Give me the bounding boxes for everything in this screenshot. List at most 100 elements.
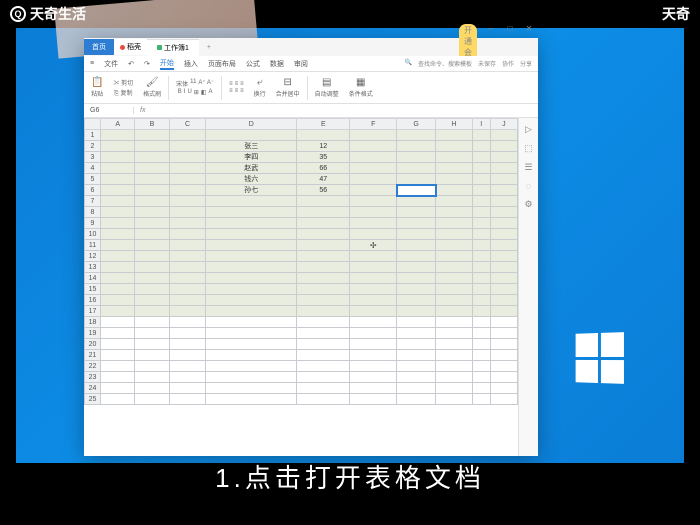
row-header-16[interactable]: 16 xyxy=(85,295,101,306)
fx-icon[interactable]: fx xyxy=(134,107,151,114)
cell-I16[interactable] xyxy=(472,295,490,306)
cell-A21[interactable] xyxy=(101,350,135,361)
cell-C16[interactable] xyxy=(169,295,206,306)
cell-D7[interactable] xyxy=(206,196,297,207)
cell-J17[interactable] xyxy=(490,306,517,317)
cell-B5[interactable] xyxy=(135,174,169,185)
cell-C23[interactable] xyxy=(169,372,206,383)
cell-C9[interactable] xyxy=(169,218,206,229)
cell-E24[interactable] xyxy=(297,383,350,394)
tab-templates[interactable]: 稻壳 xyxy=(114,39,147,55)
cell-F19[interactable] xyxy=(350,328,397,339)
cell-I21[interactable] xyxy=(472,350,490,361)
cell-G17[interactable] xyxy=(397,306,436,317)
cell-F1[interactable] xyxy=(350,130,397,141)
row-header-13[interactable]: 13 xyxy=(85,262,101,273)
cell-G24[interactable] xyxy=(397,383,436,394)
row-header-20[interactable]: 20 xyxy=(85,339,101,350)
cell-H24[interactable] xyxy=(436,383,473,394)
search-icon[interactable]: 🔍 xyxy=(404,59,411,68)
side-props-icon[interactable]: ☰ xyxy=(524,162,532,173)
cell-C19[interactable] xyxy=(169,328,206,339)
cell-C17[interactable] xyxy=(169,306,206,317)
cell-G4[interactable] xyxy=(397,163,436,174)
cell-G2[interactable] xyxy=(397,141,436,152)
color-button[interactable]: A xyxy=(208,89,212,96)
cell-I17[interactable] xyxy=(472,306,490,317)
cell-J25[interactable] xyxy=(490,394,517,405)
cell-E10[interactable] xyxy=(297,229,350,240)
cell-F11[interactable]: ✢ xyxy=(350,240,397,251)
cell-H8[interactable] xyxy=(436,207,473,218)
menu-layout[interactable]: 页面布局 xyxy=(208,59,236,69)
cell-J4[interactable] xyxy=(490,163,517,174)
cell-E2[interactable]: 12 xyxy=(297,141,350,152)
cell-G16[interactable] xyxy=(397,295,436,306)
sheet-grid[interactable]: ABCDEFGHIJ12张三123李四354赵武665钱六476孙七567891… xyxy=(84,118,518,456)
cell-C6[interactable] xyxy=(169,185,206,196)
row-header-4[interactable]: 4 xyxy=(85,163,101,174)
cell-A14[interactable] xyxy=(101,273,135,284)
cell-B16[interactable] xyxy=(135,295,169,306)
cell-I23[interactable] xyxy=(472,372,490,383)
size-select[interactable]: 11 xyxy=(190,79,196,88)
cell-A17[interactable] xyxy=(101,306,135,317)
cell-G13[interactable] xyxy=(397,262,436,273)
cell-E13[interactable] xyxy=(297,262,350,273)
cell-B9[interactable] xyxy=(135,218,169,229)
cell-B8[interactable] xyxy=(135,207,169,218)
cell-I5[interactable] xyxy=(472,174,490,185)
col-header-H[interactable]: H xyxy=(436,119,473,130)
row-header-12[interactable]: 12 xyxy=(85,251,101,262)
align-top-icon[interactable]: ≡ xyxy=(229,81,233,87)
cell-G12[interactable] xyxy=(397,251,436,262)
cell-F2[interactable] xyxy=(350,141,397,152)
menu-redo-icon[interactable]: ↷ xyxy=(144,60,150,68)
corner-cell[interactable] xyxy=(85,119,101,130)
cell-D5[interactable]: 钱六 xyxy=(206,174,297,185)
cell-F24[interactable] xyxy=(350,383,397,394)
tab-workbook[interactable]: 工作簿1 xyxy=(147,39,199,56)
cell-D8[interactable] xyxy=(206,207,297,218)
cell-B19[interactable] xyxy=(135,328,169,339)
cell-F8[interactable] xyxy=(350,207,397,218)
italic-button[interactable]: I xyxy=(184,89,186,96)
cell-G7[interactable] xyxy=(397,196,436,207)
cell-F10[interactable] xyxy=(350,229,397,240)
side-select-icon[interactable]: ▷ xyxy=(525,124,532,135)
underline-button[interactable]: U xyxy=(187,89,191,96)
cell-H19[interactable] xyxy=(436,328,473,339)
cell-F22[interactable] xyxy=(350,361,397,372)
cell-J2[interactable] xyxy=(490,141,517,152)
cell-C7[interactable] xyxy=(169,196,206,207)
cell-J13[interactable] xyxy=(490,262,517,273)
menu-insert[interactable]: 插入 xyxy=(184,59,198,69)
col-header-E[interactable]: E xyxy=(297,119,350,130)
cell-C13[interactable] xyxy=(169,262,206,273)
collab-button[interactable]: 协作 xyxy=(502,59,514,68)
cell-F18[interactable] xyxy=(350,317,397,328)
cell-G23[interactable] xyxy=(397,372,436,383)
cell-B12[interactable] xyxy=(135,251,169,262)
paste-button[interactable]: 📋粘贴 xyxy=(88,77,106,98)
cell-E12[interactable] xyxy=(297,251,350,262)
row-header-21[interactable]: 21 xyxy=(85,350,101,361)
cell-H9[interactable] xyxy=(436,218,473,229)
cell-A15[interactable] xyxy=(101,284,135,295)
cell-H13[interactable] xyxy=(436,262,473,273)
cell-C25[interactable] xyxy=(169,394,206,405)
cell-J9[interactable] xyxy=(490,218,517,229)
cell-I18[interactable] xyxy=(472,317,490,328)
cell-F5[interactable] xyxy=(350,174,397,185)
cell-B3[interactable] xyxy=(135,152,169,163)
cell-C11[interactable] xyxy=(169,240,206,251)
col-header-B[interactable]: B xyxy=(135,119,169,130)
cell-E18[interactable] xyxy=(297,317,350,328)
cell-E5[interactable]: 47 xyxy=(297,174,350,185)
row-header-9[interactable]: 9 xyxy=(85,218,101,229)
cell-B14[interactable] xyxy=(135,273,169,284)
cell-J6[interactable] xyxy=(490,185,517,196)
cell-A18[interactable] xyxy=(101,317,135,328)
cell-G9[interactable] xyxy=(397,218,436,229)
cell-I7[interactable] xyxy=(472,196,490,207)
